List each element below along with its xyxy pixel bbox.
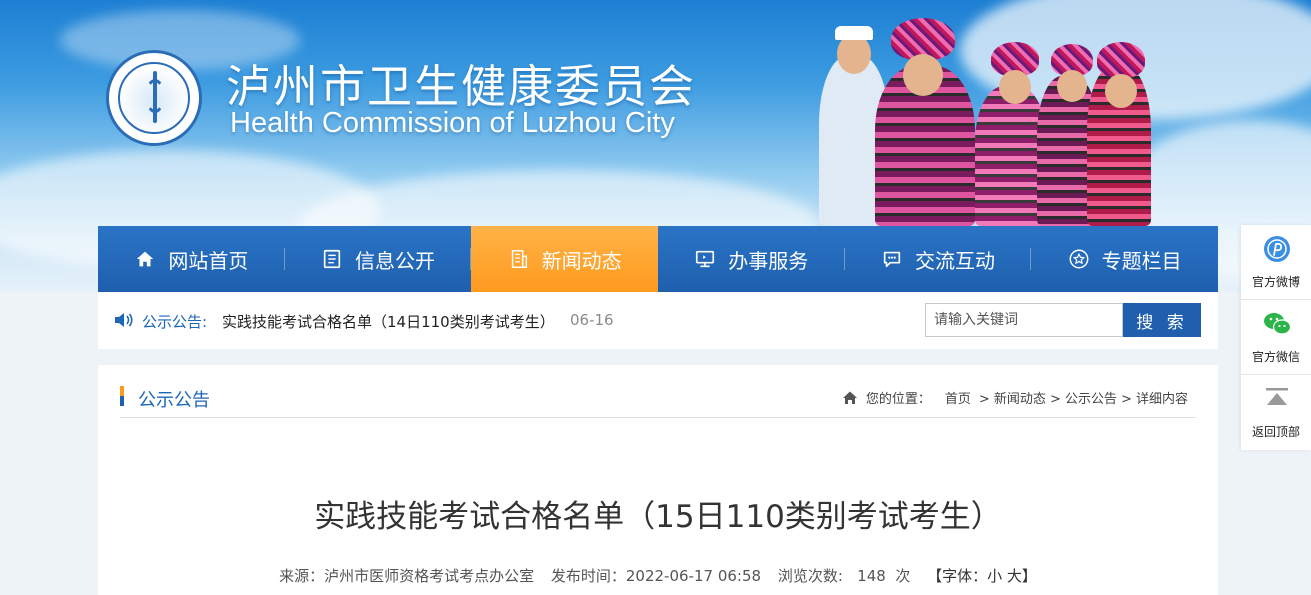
banner-photo	[815, 14, 1155, 226]
banner-figure-head	[1057, 70, 1087, 102]
monitor-icon	[694, 248, 716, 270]
building-icon	[508, 248, 530, 270]
nav-item-news[interactable]: 新闻动态	[471, 226, 658, 292]
nav-label: 信息公开	[354, 248, 435, 273]
back-to-top-icon	[1266, 388, 1288, 405]
wechat-link[interactable]: 官方微信	[1241, 300, 1311, 375]
banner-figure-hat	[1097, 42, 1145, 78]
search-input[interactable]	[925, 303, 1123, 337]
breadcrumb-detail: > 详细内容	[1120, 392, 1188, 407]
weibo-icon	[1264, 236, 1290, 262]
section-title: 公示公告	[138, 390, 210, 411]
nav-item-interaction[interactable]: 交流互动	[845, 226, 1032, 292]
banner-figure-head	[903, 54, 943, 96]
nav-item-services[interactable]: 办事服务	[658, 226, 845, 292]
nav-label: 办事服务	[728, 248, 809, 273]
nav-label: 新闻动态	[541, 248, 622, 273]
nav-item-home[interactable]: 网站首页	[98, 226, 285, 292]
article-published: 发布时间：2022-06-17 06:58	[550, 567, 762, 585]
nav-label: 交流互动	[914, 248, 995, 273]
float-item-label: 返回顶部	[1251, 425, 1300, 439]
main-nav: 网站首页 信息公开 新闻动态 办事服务 交流互动 专题栏目	[98, 226, 1218, 292]
breadcrumb-announcements[interactable]: > 公示公告	[1050, 388, 1117, 407]
weibo-link[interactable]: 官方微博	[1241, 225, 1311, 300]
font-size-control[interactable]: 【字体：小 大】	[927, 567, 1037, 585]
float-item-label: 官方微信	[1251, 350, 1300, 364]
back-to-top-button[interactable]: 返回顶部	[1241, 375, 1311, 450]
site-title-en: Health Commission of Luzhou City	[230, 107, 675, 139]
speaker-icon	[115, 313, 133, 327]
wechat-icon	[1264, 313, 1292, 335]
banner-figure-head	[999, 70, 1031, 104]
commission-logo[interactable]	[106, 50, 202, 146]
document-icon	[321, 248, 343, 270]
notice-label: 公示公告:	[142, 313, 208, 331]
nav-item-info-disclosure[interactable]: 信息公开	[285, 226, 472, 292]
nav-label: 网站首页	[168, 248, 249, 273]
home-icon	[134, 248, 156, 270]
section-marker	[120, 386, 124, 406]
float-item-label: 官方微博	[1251, 275, 1300, 289]
notice-date: 06-16	[570, 311, 614, 329]
search-button[interactable]: 搜 索	[1123, 303, 1201, 337]
nav-item-topics[interactable]: 专题栏目	[1031, 226, 1218, 292]
article-meta: 来源：泸州市医师资格考试考点办公室 发布时间：2022-06-17 06:58 …	[98, 565, 1218, 586]
site-title-cn: 泸州市卫生健康委员会	[226, 60, 697, 113]
section-divider	[120, 417, 1196, 418]
notice-bar: 公示公告: 实践技能考试合格名单（14日110类别考试考生） 06-16 搜 索	[98, 292, 1218, 349]
breadcrumb: 您的位置： 首页 > 新闻动态 > 公示公告 > 详细内容	[842, 388, 1192, 407]
breadcrumb-prefix: 您的位置：	[865, 392, 931, 407]
nav-label: 专题栏目	[1101, 248, 1182, 273]
article-source: 来源：泸州市医师资格考试考点办公室	[279, 567, 535, 585]
notice-link[interactable]: 实践技能考试合格名单（14日110类别考试考生）	[222, 311, 555, 332]
side-float-bar: 官方微博 官方微信 返回顶部	[1241, 225, 1311, 450]
breadcrumb-news[interactable]: > 新闻动态	[979, 388, 1046, 407]
home-icon	[842, 391, 857, 404]
banner-figure-head	[837, 34, 871, 74]
chat-icon	[881, 248, 903, 270]
star-icon	[1068, 248, 1090, 270]
banner-figure-head	[1105, 74, 1137, 108]
article-panel: 公示公告 您的位置： 首页 > 新闻动态 > 公示公告 > 详细内容 实践技能考…	[98, 365, 1218, 595]
article-title: 实践技能考试合格名单（15日110类别考试考生）	[314, 499, 1002, 535]
article-views: 浏览次数: 148 次	[777, 567, 911, 585]
breadcrumb-home[interactable]: 首页	[945, 388, 971, 407]
